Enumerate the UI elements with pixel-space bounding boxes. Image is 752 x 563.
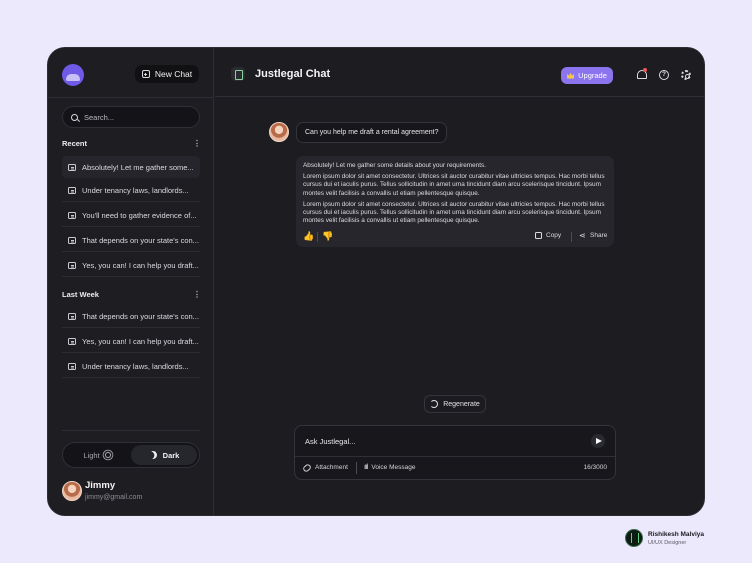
voice-message-label: Voice Message bbox=[371, 464, 416, 471]
chat-history-label: Yes, you can! I can help you draft... bbox=[82, 337, 199, 346]
theme-light-label: Light bbox=[83, 450, 100, 460]
new-chat-label: New Chat bbox=[154, 69, 193, 79]
moon-icon bbox=[147, 450, 158, 461]
divider bbox=[317, 232, 318, 242]
divider bbox=[295, 456, 615, 457]
chat-history-label: You'll need to gather evidence of... bbox=[82, 211, 197, 220]
divider bbox=[62, 430, 200, 431]
section-title: Recent bbox=[62, 139, 88, 148]
chat-history-label: Under tenancy laws, landlords... bbox=[82, 362, 189, 371]
chat-bubble-icon bbox=[68, 212, 76, 219]
user-name: Jimmy bbox=[85, 480, 116, 491]
section-header-recent: Recent ⋮ bbox=[62, 139, 201, 148]
message-input[interactable]: Ask Justlegal... bbox=[305, 437, 355, 446]
sidebar: New Chat Search... Recent ⋮ Absolutely! … bbox=[48, 48, 214, 515]
chat-app-icon bbox=[231, 67, 245, 81]
chat-history-label: Absolutely! Let me gather some... bbox=[82, 162, 194, 172]
thumbs-down-icon[interactable]: 👎 bbox=[322, 232, 333, 241]
character-counter: 16/3000 bbox=[583, 464, 608, 471]
help-icon[interactable]: ? bbox=[659, 70, 669, 80]
chat-history-label: That depends on your state's con... bbox=[82, 312, 199, 321]
theme-toggle: Light Dark bbox=[62, 442, 200, 468]
theme-dark-label: Dark bbox=[162, 450, 180, 460]
chat-bubble-icon bbox=[68, 363, 76, 370]
chat-bubble-icon bbox=[68, 163, 76, 171]
copy-label: Copy bbox=[546, 232, 562, 239]
assistant-message-paragraph: Lorem ipsum dolor sit amet consectetur. … bbox=[303, 173, 605, 197]
section-title: Last Week bbox=[62, 290, 99, 299]
copy-icon bbox=[535, 232, 542, 239]
waveform-icon: ıIıl bbox=[364, 464, 369, 471]
copy-button[interactable]: Copy bbox=[535, 232, 561, 239]
page-title: Justlegal Chat bbox=[255, 68, 331, 80]
section-header-last-week: Last Week ⋮ bbox=[62, 290, 201, 299]
voice-message-button[interactable]: ıIıl Voice Message bbox=[364, 464, 415, 471]
regenerate-label: Regenerate bbox=[443, 400, 480, 408]
assistant-message-intro: Absolutely! Let me gather some details a… bbox=[303, 162, 486, 169]
chat-history-label: Under tenancy laws, landlords... bbox=[82, 186, 189, 195]
chat-history-item[interactable]: That depends on your state's con... bbox=[62, 230, 200, 252]
upgrade-button[interactable]: Upgrade bbox=[561, 67, 613, 84]
new-chat-button[interactable]: New Chat bbox=[135, 65, 199, 83]
chat-bubble-icon bbox=[68, 313, 76, 320]
attachment-button[interactable]: Attachment bbox=[302, 462, 348, 473]
more-options-icon[interactable]: ⋮ bbox=[193, 290, 201, 299]
send-icon[interactable] bbox=[591, 434, 605, 448]
share-label: Share bbox=[590, 232, 608, 239]
chat-history-item[interactable]: Yes, you can! I can help you draft... bbox=[62, 331, 200, 353]
chat-history-item[interactable]: Absolutely! Let me gather some... bbox=[62, 156, 200, 178]
chat-bubble-icon bbox=[68, 187, 76, 194]
thumbs-up-icon[interactable]: 👍 bbox=[303, 232, 314, 241]
designer-name: Rishikesh Malviya bbox=[648, 531, 704, 538]
attachment-label: Attachment bbox=[315, 464, 348, 471]
share-icon: ⋖ bbox=[579, 231, 586, 240]
divider bbox=[356, 462, 357, 474]
crown-icon bbox=[567, 72, 575, 79]
plus-icon bbox=[141, 70, 150, 78]
app-logo bbox=[62, 64, 84, 86]
share-button[interactable]: ⋖ Share bbox=[579, 231, 608, 240]
user-message: Can you help me draft a rental agreement… bbox=[296, 122, 448, 143]
divider bbox=[571, 232, 572, 242]
chat-bubble-icon bbox=[68, 237, 76, 244]
chat-history-item[interactable]: That depends on your state's con... bbox=[62, 306, 200, 328]
message-composer: Ask Justlegal... Attachment ıIıl Voice M… bbox=[294, 425, 616, 480]
chat-history-item[interactable]: Under tenancy laws, landlords... bbox=[62, 180, 200, 202]
assistant-message-paragraph: Lorem ipsum dolor sit amet consectetur. … bbox=[303, 200, 605, 225]
sun-icon bbox=[104, 452, 111, 458]
user-avatar[interactable] bbox=[62, 481, 82, 501]
user-email: jimmy@gmail.com bbox=[85, 494, 143, 501]
refresh-icon bbox=[430, 400, 439, 408]
message-actions: 👍 👎 Copy ⋖ Share bbox=[296, 230, 614, 244]
chat-history-item[interactable]: Yes, you can! I can help you draft... bbox=[62, 255, 200, 277]
theme-light-option[interactable]: Light bbox=[63, 443, 131, 467]
regenerate-button[interactable]: Regenerate bbox=[424, 395, 486, 413]
theme-dark-option[interactable]: Dark bbox=[131, 445, 197, 465]
more-options-icon[interactable]: ⋮ bbox=[193, 139, 201, 148]
chat-bubble-icon bbox=[68, 338, 76, 345]
search-placeholder: Search... bbox=[84, 112, 115, 122]
gear-icon[interactable] bbox=[681, 70, 691, 80]
search-icon bbox=[71, 113, 78, 121]
header: Justlegal Chat Upgrade ? bbox=[215, 48, 704, 97]
user-message-avatar bbox=[269, 122, 289, 142]
search-input[interactable]: Search... bbox=[62, 106, 200, 128]
paperclip-icon bbox=[302, 462, 312, 473]
designer-role: UI/UX Designer bbox=[648, 540, 687, 546]
upgrade-label: Upgrade bbox=[578, 71, 607, 80]
chat-bubble-icon bbox=[68, 262, 76, 269]
chat-history-label: That depends on your state's con... bbox=[82, 236, 199, 245]
chat-history-item[interactable]: You'll need to gather evidence of... bbox=[62, 205, 200, 227]
chat-history-label: Yes, you can! I can help you draft... bbox=[82, 261, 199, 270]
notification-dot bbox=[643, 68, 647, 72]
divider bbox=[48, 97, 214, 98]
chat-history-item[interactable]: Under tenancy laws, landlords... bbox=[62, 356, 200, 378]
designer-avatar bbox=[625, 529, 643, 547]
app-window: New Chat Search... Recent ⋮ Absolutely! … bbox=[47, 47, 705, 516]
